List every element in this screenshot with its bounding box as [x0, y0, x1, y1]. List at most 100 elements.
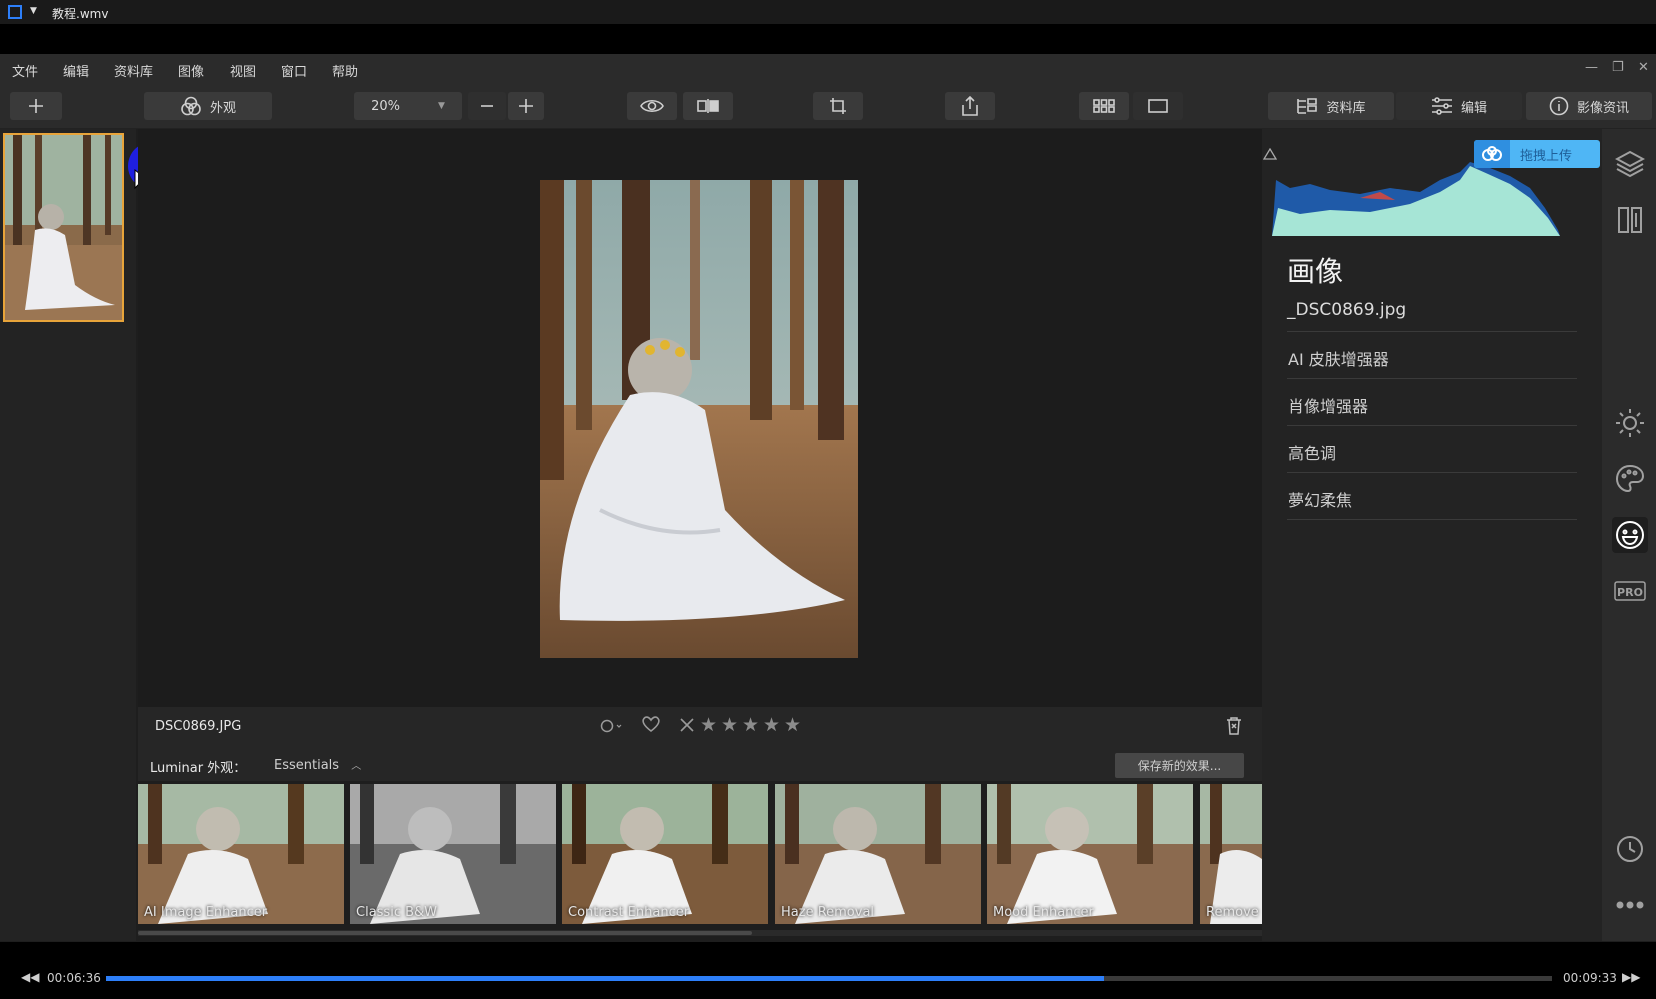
reject-button[interactable] [679, 717, 695, 737]
look-label: Remove [1206, 905, 1259, 920]
seek-bar-progress [106, 976, 1104, 981]
looks-category-select[interactable]: Essentials ︿ [274, 757, 361, 773]
close-icon [680, 718, 694, 732]
portrait-icon[interactable] [1612, 517, 1648, 553]
close-icon[interactable]: ✕ [1638, 60, 1649, 75]
player-window-title: 教程.wmv [52, 7, 109, 21]
divider [1287, 519, 1577, 520]
cloud-icon [1474, 140, 1510, 168]
looks-category-value: Essentials [274, 758, 340, 773]
rewind-icon[interactable]: ◀◀ [21, 970, 39, 984]
share-button[interactable] [945, 92, 995, 120]
save-new-look-button[interactable]: 保存新的效果... [1115, 753, 1244, 778]
preview-button[interactable] [627, 92, 677, 120]
info-icon [1549, 96, 1569, 116]
compare-button[interactable] [683, 92, 733, 120]
panel-title: 画像 [1287, 255, 1344, 288]
menu-window[interactable]: 窗口 [281, 61, 307, 80]
favorite-button[interactable] [641, 715, 661, 737]
look-label: Contrast Enhancer [568, 905, 690, 920]
menu-library[interactable]: 资料库 [114, 61, 153, 80]
heart-icon [642, 716, 660, 733]
menu-bar: 文件 编辑 资料库 图像 视图 窗口 帮助 — ❐ ✕ [0, 54, 1656, 84]
restore-icon[interactable]: ❐ [1612, 60, 1624, 75]
divider [1287, 331, 1577, 332]
menu-file[interactable]: 文件 [12, 61, 38, 80]
grid-view-button[interactable] [1079, 92, 1129, 120]
info-tab-label: 影像资讯 [1576, 100, 1629, 116]
plus-icon [29, 99, 43, 113]
history-icon[interactable] [1612, 831, 1648, 867]
share-icon [962, 96, 978, 116]
edit-tab[interactable]: 编辑 [1396, 92, 1522, 120]
menu-help[interactable]: 帮助 [332, 61, 358, 80]
looks-icon [181, 96, 201, 116]
svg-text:PRO: PRO [1617, 586, 1643, 599]
look-thumbnail[interactable]: AI Image Enhancer [138, 784, 344, 924]
minus-icon [481, 105, 493, 107]
rating-star-3[interactable]: ★ [742, 714, 759, 736]
panel-filename: _DSC0869.jpg [1287, 300, 1407, 320]
trash-icon [1227, 717, 1241, 735]
look-label: Haze Removal [781, 905, 875, 920]
photo-thumbnail[interactable] [3, 133, 124, 322]
chevron-down-icon[interactable]: ▼ [30, 6, 37, 16]
look-thumbnail[interactable]: Remove [1200, 784, 1262, 924]
look-thumbnail[interactable]: Haze Removal [775, 784, 981, 924]
look-preview-image [350, 784, 556, 924]
player-controls [0, 942, 1656, 999]
tool-ai-skin-enhancer[interactable]: AI 皮肤增强器 [1288, 346, 1389, 370]
looks-scrollbar-thumb[interactable] [138, 931, 752, 935]
minimize-icon[interactable]: — [1585, 60, 1598, 75]
fast-forward-icon[interactable]: ▶▶ [1622, 970, 1640, 984]
look-preview-image [1200, 784, 1262, 924]
layers-icon[interactable] [1612, 146, 1648, 182]
menu-view[interactable]: 视图 [230, 61, 256, 80]
delete-button[interactable] [1225, 716, 1243, 740]
crop-button[interactable] [813, 92, 863, 120]
rating-star-4[interactable]: ★ [763, 714, 780, 736]
zoom-in-button[interactable] [508, 92, 544, 120]
rating-star-1[interactable]: ★ [700, 714, 717, 736]
looks-button[interactable]: 外观 [144, 92, 272, 120]
player-title-bar: ▼ 教程.wmv [0, 0, 1656, 24]
histogram [1270, 158, 1570, 240]
pro-icon[interactable]: PRO [1612, 573, 1648, 609]
more-icon[interactable] [1612, 887, 1648, 923]
tool-high-key[interactable]: 高色调 [1288, 440, 1336, 464]
library-tab[interactable]: 资料库 [1268, 92, 1394, 120]
upload-button-label: 拖拽上传 [1520, 148, 1573, 164]
look-thumbnail[interactable]: Contrast Enhancer [562, 784, 768, 924]
zoom-out-button[interactable] [468, 92, 506, 120]
tool-orton-effect[interactable]: 夢幻柔焦 [1288, 487, 1352, 511]
zoom-value: 20% [371, 98, 400, 114]
flag-dropdown[interactable] [600, 718, 626, 738]
menu-image[interactable]: 图像 [178, 61, 204, 80]
upload-button[interactable]: 拖拽上传 [1474, 140, 1600, 168]
add-button[interactable] [10, 92, 62, 120]
rating-star-5[interactable]: ★ [784, 714, 801, 736]
look-label: Mood Enhancer [993, 905, 1094, 920]
look-preview-image [138, 784, 344, 924]
info-tab[interactable]: 影像资讯 [1526, 92, 1652, 120]
look-preview-image [775, 784, 981, 924]
crop-icon [830, 98, 846, 114]
zoom-select[interactable]: 20% ▼ [354, 92, 462, 120]
single-view-button[interactable] [1133, 92, 1183, 120]
menu-edit[interactable]: 编辑 [63, 61, 89, 80]
sun-icon[interactable] [1612, 405, 1648, 441]
player-app-icon[interactable] [8, 5, 22, 19]
palette-icon[interactable] [1612, 461, 1648, 497]
main-photo[interactable] [540, 180, 858, 658]
tool-portrait-enhancer[interactable]: 肖像增强器 [1288, 393, 1368, 417]
thumbnail-image [5, 135, 122, 320]
look-thumbnail[interactable]: Classic B&W [350, 784, 556, 924]
grid-icon [1093, 99, 1115, 113]
look-thumbnail[interactable]: Mood Enhancer [987, 784, 1193, 924]
total-time: 00:09:33 [1563, 971, 1617, 985]
divider [1287, 472, 1577, 473]
single-view-icon [1148, 99, 1168, 113]
divider [1287, 425, 1577, 426]
canvas-tools-icon[interactable] [1612, 202, 1648, 238]
rating-star-2[interactable]: ★ [721, 714, 738, 736]
